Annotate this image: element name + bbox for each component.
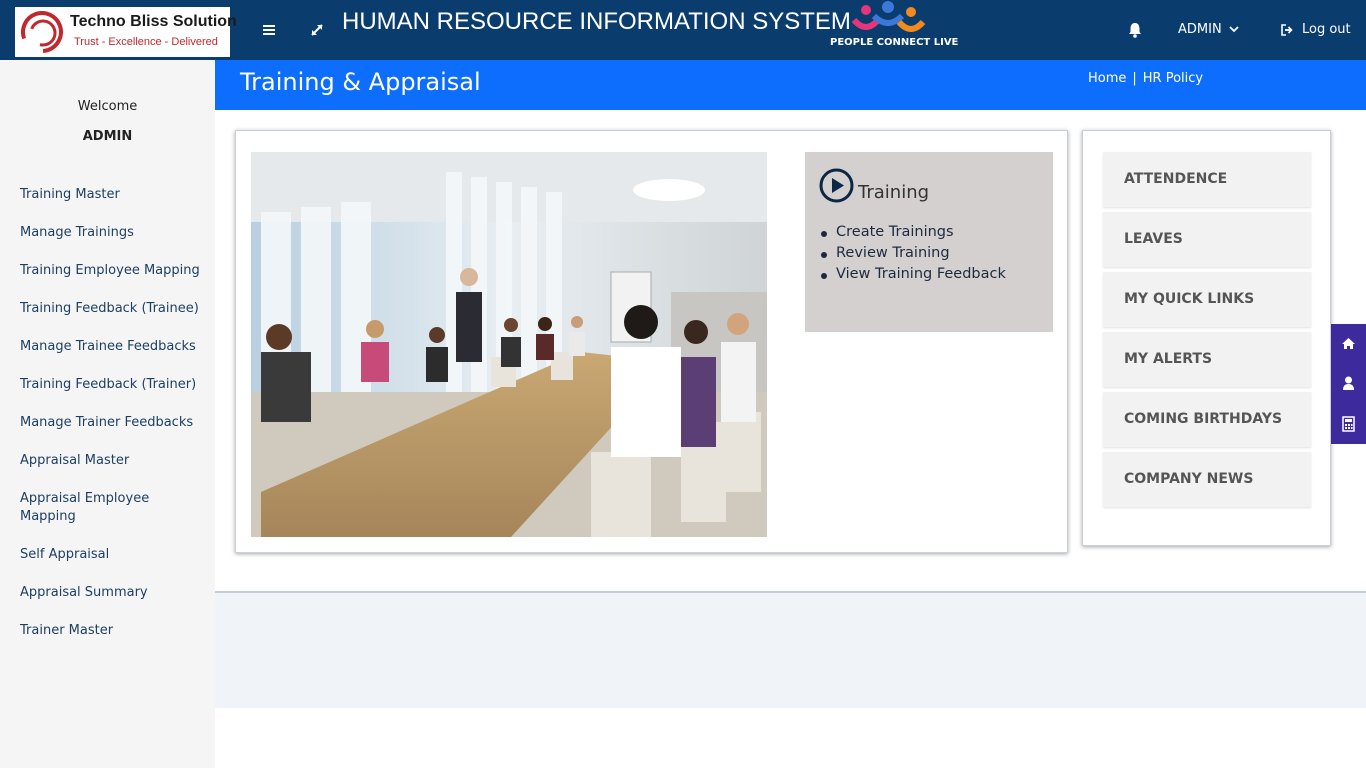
company-logo-swirl-icon [21, 11, 63, 53]
footer-area [215, 591, 1366, 708]
training-card: Training Create Trainings Review Trainin… [235, 130, 1068, 553]
training-panel: Training Create Trainings Review Trainin… [805, 152, 1053, 332]
create-trainings-link[interactable]: Create Trainings [821, 222, 1006, 243]
leaves-button[interactable]: LEAVES [1103, 212, 1311, 267]
user-menu[interactable]: ADMIN [1178, 22, 1239, 37]
review-training-link[interactable]: Review Training [821, 243, 1006, 264]
app-title: HUMAN RESOURCE INFORMATION SYSTEM [342, 8, 851, 35]
menu-icon[interactable] [258, 20, 280, 40]
review-training-label: Review Training [836, 245, 950, 261]
training-links: Create Trainings Review Training View Tr… [821, 222, 1006, 285]
sidebar-item-training-employee-mapping[interactable]: Training Employee Mapping [20, 262, 200, 280]
page-header: Training & Appraisal Home | HR Policy [215, 60, 1366, 110]
play-circle-icon [819, 168, 854, 203]
company-logo[interactable]: Techno Bliss Solution Trust - Excellence… [15, 7, 237, 57]
welcome-username: ADMIN [82, 129, 133, 144]
attendence-button[interactable]: ATTENDENCE [1103, 152, 1311, 207]
sidebar-item-manage-trainer-feedbacks[interactable]: Manage Trainer Feedbacks [20, 414, 200, 432]
sidebar-item-manage-trainings[interactable]: Manage Trainings [20, 224, 200, 242]
expand-icon[interactable] [306, 20, 328, 40]
welcome-text: Welcome [77, 99, 138, 114]
bullet-icon [821, 252, 827, 258]
training-panel-title: Training [858, 182, 930, 203]
floating-toolbar [1331, 324, 1366, 444]
page-title: Training & Appraisal [240, 68, 481, 96]
sidebar-item-manage-trainee-feedbacks[interactable]: Manage Trainee Feedbacks [20, 338, 200, 356]
sidebar-item-appraisal-summary[interactable]: Appraisal Summary [20, 584, 200, 602]
company-tagline: Trust - Excellence - Delivered [74, 36, 218, 48]
bullet-icon [821, 273, 827, 279]
sidebar-item-appraisal-master[interactable]: Appraisal Master [20, 452, 200, 470]
home-icon[interactable] [1331, 324, 1366, 364]
breadcrumb-current[interactable]: HR Policy [1143, 71, 1203, 86]
sidebar-item-self-appraisal[interactable]: Self Appraisal [20, 546, 200, 564]
my-quick-links-button[interactable]: MY QUICK LINKS [1103, 272, 1311, 327]
chevron-down-icon [1229, 26, 1239, 33]
bullet-icon [821, 231, 827, 237]
people-connect-live-logo: PEOPLE CONNECT LIVE [826, 0, 966, 58]
sidebar-item-training-feedback-trainer[interactable]: Training Feedback (Trainer) [20, 376, 200, 394]
quick-access-card: ATTENDENCE LEAVES MY QUICK LINKS MY ALER… [1082, 130, 1331, 546]
sidebar-item-appraisal-employee-mapping[interactable]: Appraisal Employee Mapping [20, 490, 160, 526]
user-menu-label: ADMIN [1178, 22, 1222, 37]
logout-label: Log out [1302, 22, 1351, 37]
logout-icon [1281, 23, 1293, 36]
sidebar-item-training-feedback-trainee[interactable]: Training Feedback (Trainee) [20, 300, 200, 318]
sidebar: Welcome ADMIN Training Master Manage Tra… [0, 60, 215, 768]
view-training-feedback-link[interactable]: View Training Feedback [821, 264, 1006, 285]
bell-icon[interactable] [1126, 21, 1144, 39]
company-name: Techno Bliss Solution [70, 13, 237, 30]
coming-birthdays-button[interactable]: COMING BIRTHDAYS [1103, 392, 1311, 447]
logout-button[interactable]: Log out [1280, 22, 1351, 37]
breadcrumb-home[interactable]: Home [1088, 71, 1126, 86]
calculator-icon[interactable] [1331, 404, 1366, 444]
my-alerts-button[interactable]: MY ALERTS [1103, 332, 1311, 387]
sidebar-item-training-master[interactable]: Training Master [20, 186, 200, 204]
meeting-room-photo [251, 152, 767, 537]
sidebar-item-trainer-master[interactable]: Trainer Master [20, 622, 200, 640]
user-icon[interactable] [1331, 364, 1366, 404]
brand-tagline: PEOPLE CONNECT LIVE [830, 37, 959, 48]
view-training-feedback-label: View Training Feedback [836, 266, 1006, 282]
breadcrumb-separator: | [1132, 71, 1137, 86]
top-navbar: Techno Bliss Solution Trust - Excellence… [0, 0, 1366, 60]
breadcrumb: Home | HR Policy [1088, 71, 1203, 86]
company-news-button[interactable]: COMPANY NEWS [1103, 452, 1311, 507]
people-figures-icon [851, 1, 926, 32]
create-trainings-label: Create Trainings [836, 224, 954, 240]
